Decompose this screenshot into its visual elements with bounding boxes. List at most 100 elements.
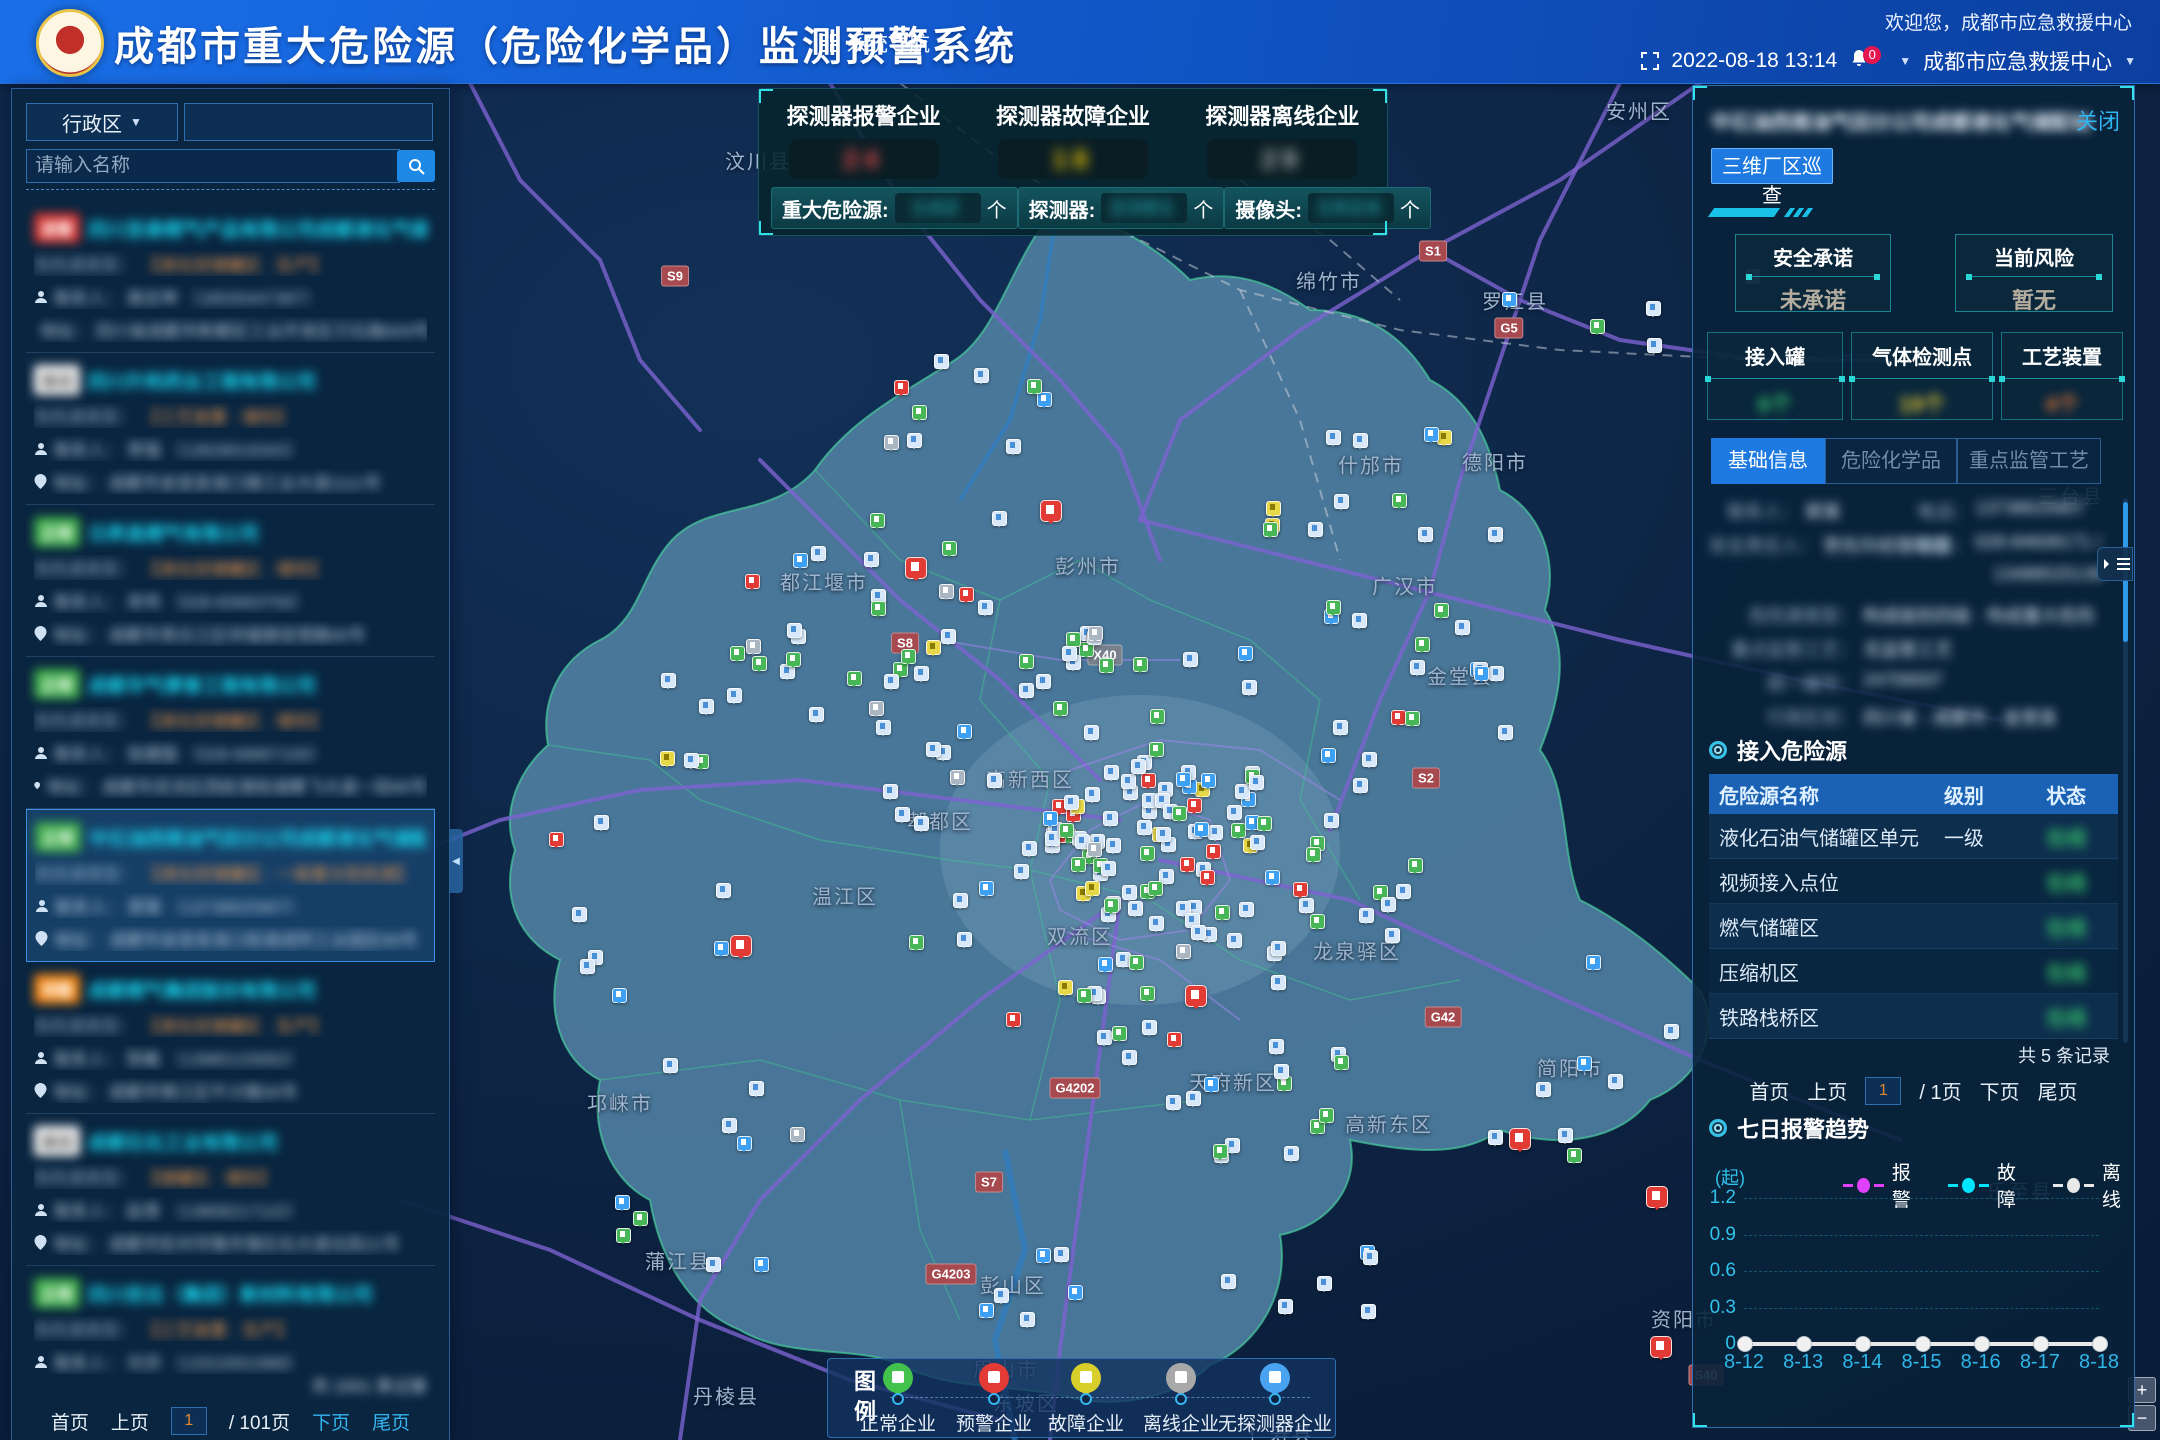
company-list-item[interactable]: 正常四川宏达（集团）新材料有限公司危险源类型：【工艺装置 · 生产】联系人： 刘… (26, 1266, 435, 1377)
company-marker[interactable] (580, 959, 595, 974)
company-marker[interactable] (1266, 501, 1281, 516)
company-marker[interactable] (1122, 885, 1137, 900)
company-marker[interactable] (1647, 338, 1662, 353)
company-marker[interactable] (1194, 822, 1209, 837)
company-marker[interactable] (1271, 941, 1286, 956)
table-row[interactable]: 燃气储罐区在线 (1709, 904, 2118, 949)
company-marker[interactable] (1084, 725, 1099, 740)
table-row[interactable]: 铁路栈桥区在线 (1709, 994, 2118, 1039)
company-marker[interactable] (1097, 1030, 1112, 1045)
company-marker[interactable] (1149, 742, 1164, 757)
company-list-item[interactable]: 离线四川升和药业工程有限公司危险源类型：【工艺装置 · 储存】联系人： 李强 （… (26, 353, 435, 505)
company-marker[interactable] (1317, 1276, 1332, 1291)
company-marker[interactable] (1167, 1032, 1182, 1047)
company-marker[interactable] (1415, 637, 1430, 652)
company-marker[interactable] (1201, 773, 1216, 788)
company-marker[interactable] (914, 816, 929, 831)
company-marker[interactable] (987, 773, 1002, 788)
company-marker[interactable] (1608, 1074, 1623, 1089)
company-marker[interactable] (1150, 709, 1165, 724)
company-marker[interactable] (786, 652, 801, 667)
alert-company-marker[interactable] (905, 557, 927, 579)
company-marker[interactable] (1104, 898, 1119, 913)
company-marker[interactable] (684, 753, 699, 768)
company-marker[interactable] (1293, 882, 1308, 897)
search-button[interactable] (397, 150, 435, 182)
company-marker[interactable] (730, 646, 745, 661)
company-marker[interactable] (1359, 908, 1374, 923)
last-page-link[interactable]: 尾页 (2038, 1076, 2078, 1105)
company-marker[interactable] (979, 1303, 994, 1318)
company-marker[interactable] (1278, 1299, 1293, 1314)
next-page-link[interactable]: 下页 (312, 1408, 350, 1435)
company-marker[interactable] (1186, 1091, 1201, 1106)
company-marker[interactable] (1059, 823, 1074, 838)
chart-data-point[interactable] (1915, 1336, 1931, 1352)
company-marker[interactable] (1263, 522, 1278, 537)
company-marker[interactable] (974, 368, 989, 383)
chart-data-point[interactable] (1855, 1336, 1871, 1352)
company-marker[interactable] (1239, 902, 1254, 917)
company-marker[interactable] (871, 601, 886, 616)
company-marker[interactable] (1213, 1144, 1228, 1159)
company-marker[interactable] (1434, 603, 1449, 618)
company-marker[interactable] (1058, 980, 1073, 995)
company-marker[interactable] (907, 433, 922, 448)
company-list-item[interactable]: 正常成都华气厚普工程有限公司危险源类型：【液化烃储罐区 · 储存】联系人： 张建… (26, 657, 435, 809)
company-marker[interactable] (752, 656, 767, 671)
company-marker[interactable] (1418, 527, 1433, 542)
table-row[interactable]: 压缩机区在线 (1709, 949, 2118, 994)
company-marker[interactable] (1043, 811, 1058, 826)
sidebar-collapse-handle[interactable]: ◀ (449, 829, 463, 893)
chart-data-point[interactable] (1796, 1336, 1812, 1352)
prev-page-link[interactable]: 上页 (1807, 1076, 1847, 1105)
next-page-link[interactable]: 下页 (1980, 1076, 2020, 1105)
region-select[interactable]: 行政区 ▼ (26, 103, 178, 141)
company-marker[interactable] (994, 1288, 1009, 1303)
first-page-link[interactable]: 首页 (1749, 1076, 1789, 1105)
company-marker[interactable] (1087, 842, 1102, 857)
company-list-item[interactable]: 正常中石油西南油气田分公司成都液化气储配站危险源类型：【液化烃储罐区 · 一级重… (26, 809, 435, 962)
company-marker[interactable] (811, 546, 826, 561)
company-marker[interactable] (1238, 646, 1253, 661)
company-marker[interactable] (1381, 897, 1396, 912)
notification-bell[interactable]: 0 (1849, 48, 1887, 74)
tab-chemicals[interactable]: 危险化学品 (1825, 438, 1957, 484)
company-marker[interactable] (1308, 522, 1323, 537)
company-marker[interactable] (1408, 858, 1423, 873)
company-marker[interactable] (959, 587, 974, 602)
company-marker[interactable] (809, 707, 824, 722)
company-marker[interactable] (953, 893, 968, 908)
company-marker[interactable] (1099, 658, 1114, 673)
tab-key-process[interactable]: 重点监管工艺 (1957, 438, 2101, 484)
company-marker[interactable] (1488, 1130, 1503, 1145)
company-marker[interactable] (706, 1257, 721, 1272)
company-marker[interactable] (1014, 864, 1029, 879)
company-marker[interactable] (1410, 660, 1425, 675)
table-row[interactable]: 液化石油气储罐区单元一级在线 (1709, 814, 2118, 859)
company-marker[interactable] (716, 883, 731, 898)
company-marker[interactable] (1310, 914, 1325, 929)
alert-company-marker[interactable] (730, 935, 752, 957)
company-marker[interactable] (1489, 666, 1504, 681)
company-marker[interactable] (787, 623, 802, 638)
company-marker[interactable] (1045, 831, 1060, 846)
company-marker[interactable] (1353, 433, 1368, 448)
company-marker[interactable] (612, 988, 627, 1003)
company-marker[interactable] (1053, 701, 1068, 716)
company-marker[interactable] (1088, 626, 1103, 641)
company-marker[interactable] (1405, 711, 1420, 726)
page-number-input[interactable] (171, 1407, 207, 1435)
last-page-link[interactable]: 尾页 (372, 1408, 410, 1435)
company-marker[interactable] (1006, 439, 1021, 454)
company-marker[interactable] (1022, 841, 1037, 856)
chart-data-point[interactable] (1974, 1336, 1990, 1352)
company-marker[interactable] (1085, 787, 1100, 802)
company-marker[interactable] (1077, 988, 1092, 1003)
company-marker[interactable] (1590, 319, 1605, 334)
first-page-link[interactable]: 首页 (51, 1408, 89, 1435)
company-marker[interactable] (864, 552, 879, 567)
company-marker[interactable] (1204, 1077, 1219, 1092)
alert-company-marker[interactable] (1185, 985, 1207, 1007)
company-marker[interactable] (1646, 301, 1661, 316)
